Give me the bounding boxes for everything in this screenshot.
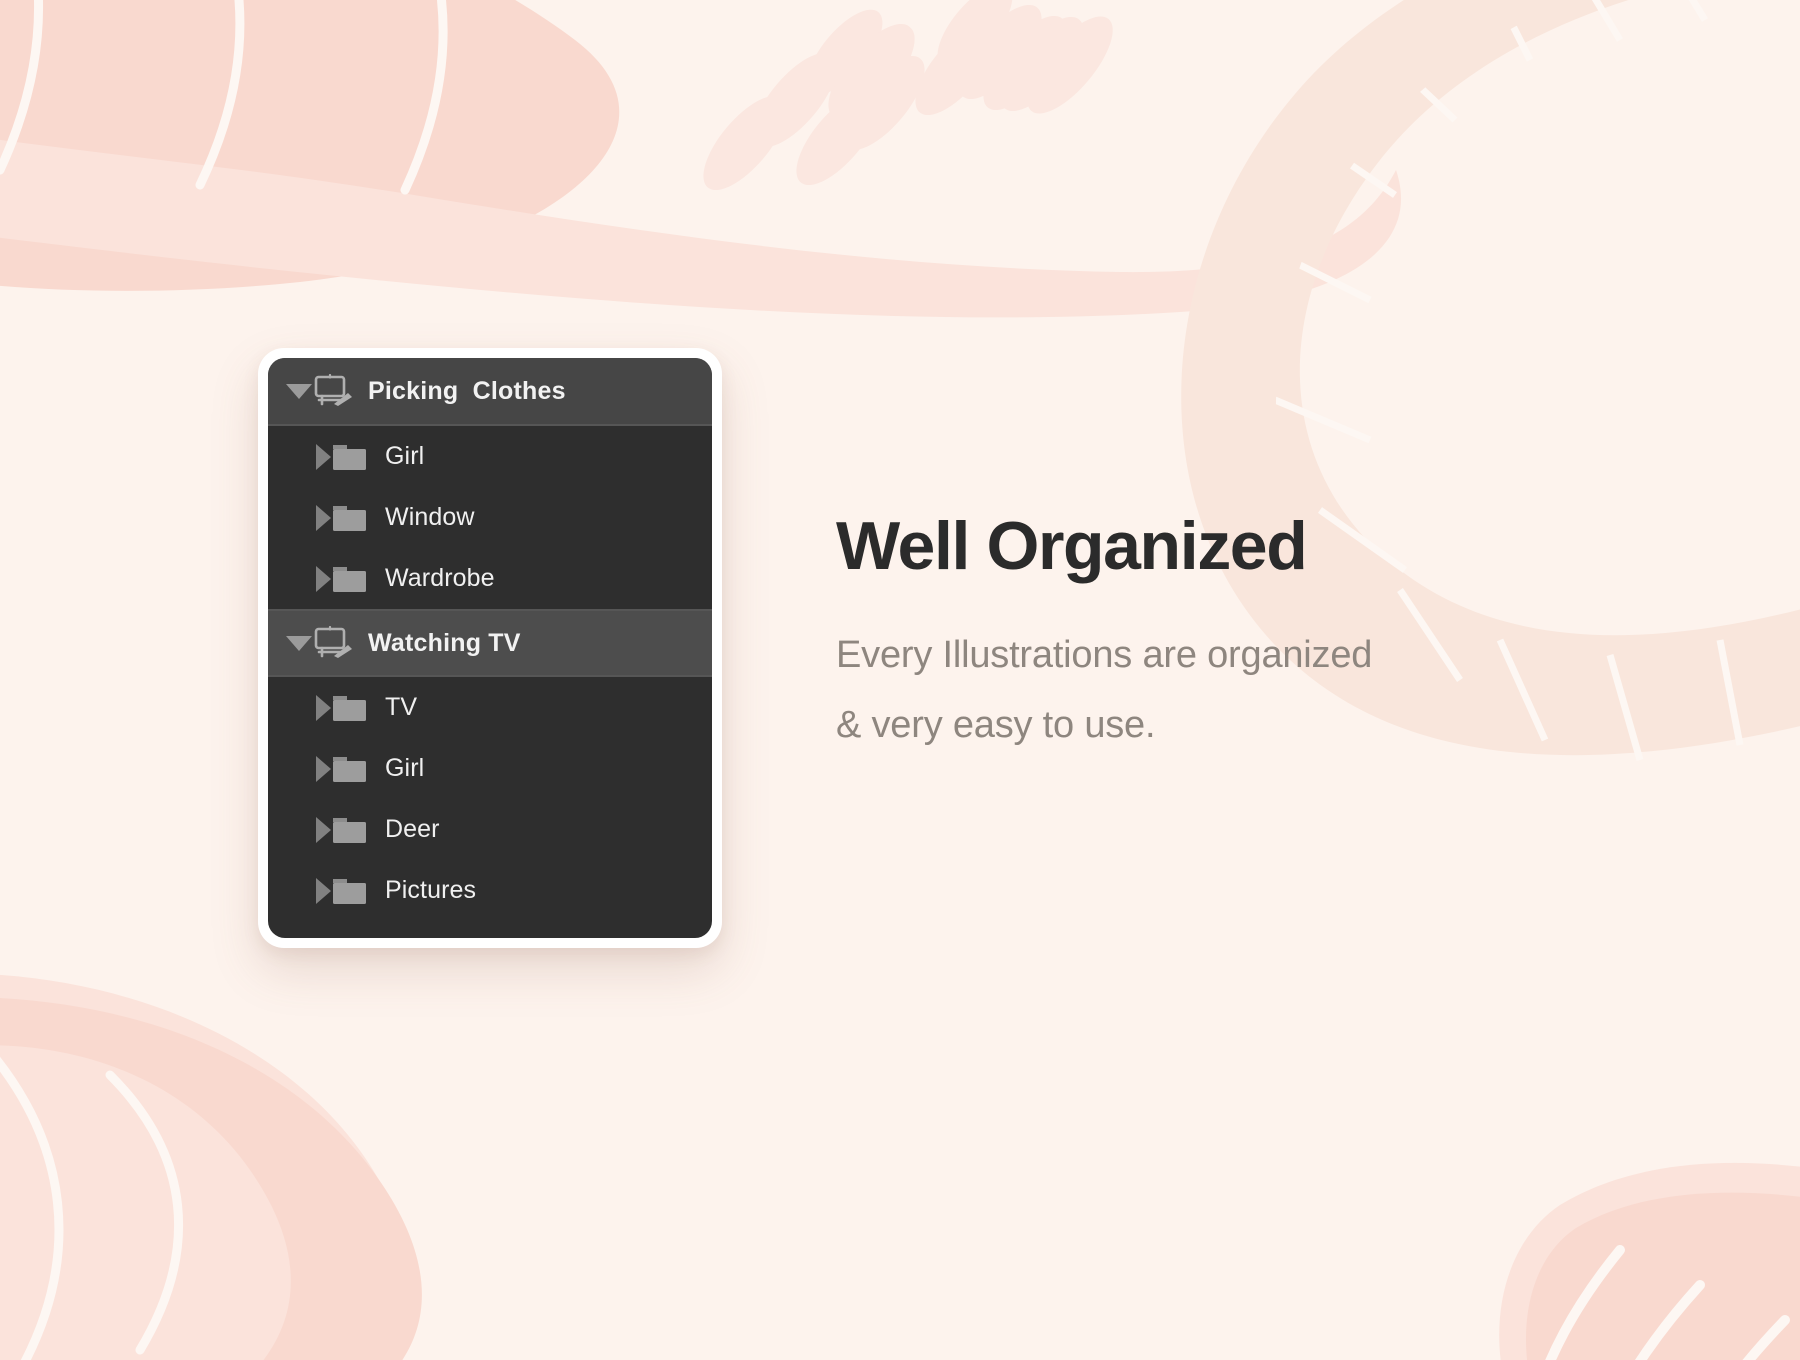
layer-row[interactable]: Girl xyxy=(268,426,712,487)
layer-row[interactable]: Deer xyxy=(268,799,712,860)
layer-label: Window xyxy=(385,503,475,531)
chevron-down-icon[interactable] xyxy=(286,635,312,651)
layer-row[interactable]: Window xyxy=(268,487,712,548)
layer-row[interactable]: Pictures xyxy=(268,860,712,921)
folder-icon xyxy=(333,566,366,592)
layer-label: Deer xyxy=(385,815,440,843)
chevron-right-icon[interactable] xyxy=(316,694,331,721)
group-header-watching-tv[interactable]: Watching TV xyxy=(268,609,712,677)
layer-row[interactable]: Wardrobe xyxy=(268,548,712,609)
easel-pen-icon xyxy=(314,626,352,658)
blob-bottom-right xyxy=(1499,1162,1800,1360)
folder-icon xyxy=(333,695,366,721)
folder-icon xyxy=(333,817,366,843)
folder-icon xyxy=(333,878,366,904)
folder-icon xyxy=(333,444,366,470)
group-title: Watching TV xyxy=(368,628,521,657)
chevron-right-icon[interactable] xyxy=(316,504,331,531)
layer-label: Girl xyxy=(385,442,425,470)
chevron-right-icon[interactable] xyxy=(316,877,331,904)
layers-panel: Picking Clothes Girl Window Wardrobe Wat… xyxy=(268,358,712,938)
group-header-picking-clothes[interactable]: Picking Clothes xyxy=(268,358,712,426)
layer-label: Pictures xyxy=(385,876,477,904)
layer-label: Wardrobe xyxy=(385,564,495,592)
easel-pen-icon xyxy=(314,374,352,406)
feature-copy: Well Organized Every Illustrations are o… xyxy=(836,508,1616,760)
chevron-right-icon[interactable] xyxy=(316,816,331,843)
chevron-down-icon[interactable] xyxy=(286,383,312,399)
group-children-picking-clothes: Girl Window Wardrobe xyxy=(268,426,712,609)
feature-description-line-1: Every Illustrations are organized xyxy=(836,634,1373,677)
blob-bottom-left xyxy=(0,974,422,1360)
page-title: Well Organized xyxy=(836,508,1308,584)
chevron-right-icon[interactable] xyxy=(316,755,331,782)
folder-icon xyxy=(333,756,366,782)
layers-panel-frame: Picking Clothes Girl Window Wardrobe Wat… xyxy=(258,348,722,948)
chevron-right-icon[interactable] xyxy=(316,443,331,470)
layer-label: Girl xyxy=(385,754,425,782)
layer-label: TV xyxy=(385,693,418,721)
feature-description: Every Illustrations are organized & very… xyxy=(836,621,1616,759)
chevron-right-icon[interactable] xyxy=(316,565,331,592)
blob-top-left xyxy=(0,0,1401,318)
feature-description-line-2: & very easy to use. xyxy=(836,703,1156,746)
dash-cluster-top xyxy=(703,0,1113,191)
layer-row[interactable]: TV xyxy=(268,677,712,738)
group-title: Picking Clothes xyxy=(368,376,566,405)
group-children-watching-tv: TV Girl Deer Pictures xyxy=(268,677,712,921)
folder-icon xyxy=(333,505,366,531)
slide-canvas: Picking Clothes Girl Window Wardrobe Wat… xyxy=(0,0,1800,1360)
layer-row[interactable]: Girl xyxy=(268,738,712,799)
